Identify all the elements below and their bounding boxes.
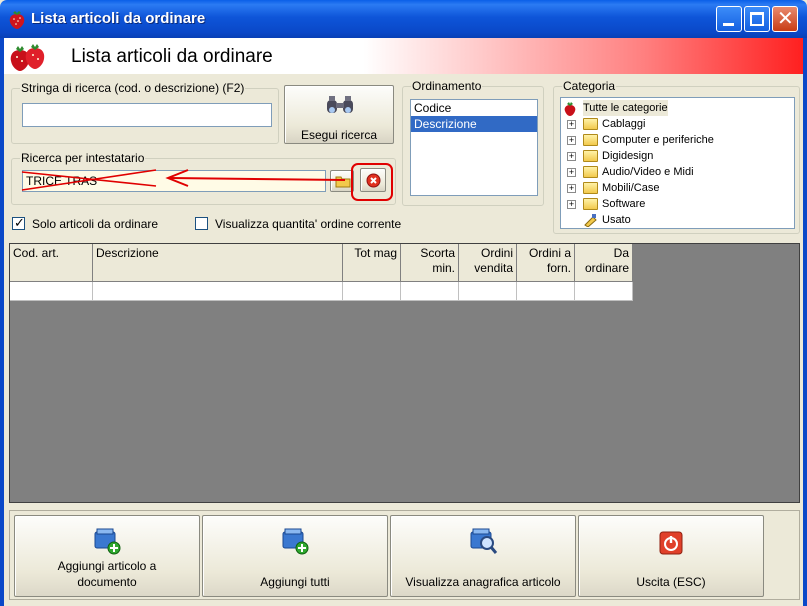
used-item-icon — [584, 214, 597, 227]
grid-cell[interactable] — [10, 282, 93, 301]
tree-node-label: Cablaggi — [602, 118, 646, 130]
add-all-button[interactable]: Aggiungi tutti — [202, 515, 388, 597]
expand-icon[interactable]: + — [567, 120, 576, 129]
strawberry-icon — [564, 102, 576, 116]
grid-col-supplier-orders[interactable]: Ordini a forn. — [517, 244, 575, 282]
folder-icon — [583, 118, 598, 130]
only-to-order-label: Solo articoli da ordinare — [32, 217, 159, 231]
strawberry-icon — [9, 11, 25, 29]
tree-node-label: Usato — [602, 214, 631, 226]
search-button-label: Esegui ricerca — [300, 128, 378, 142]
grid-col-code[interactable]: Cod. art. — [10, 244, 93, 282]
view-article-icon — [470, 528, 498, 554]
binoculars-icon — [327, 96, 353, 113]
search-input[interactable] — [22, 103, 272, 127]
window-frame-right — [803, 38, 807, 606]
tree-node-root-label: Tutte le categorie — [583, 100, 668, 116]
expand-icon[interactable]: + — [567, 184, 576, 193]
exit-label: Uscita (ESC) — [636, 575, 706, 589]
power-icon — [659, 531, 683, 555]
annotation-overlay — [21, 163, 393, 201]
folder-icon — [583, 182, 598, 194]
page-heading: Lista articoli da ordinare — [71, 46, 273, 67]
header-band: Lista articoli da ordinare — [4, 38, 803, 74]
minimize-button[interactable] — [716, 6, 742, 32]
window-title: Lista articoli da ordinare — [31, 10, 206, 27]
tree-node-label: Software — [602, 198, 646, 210]
expand-icon[interactable]: + — [567, 168, 576, 177]
sorting-option-descrizione[interactable]: Descrizione — [411, 116, 537, 132]
add-to-document-button[interactable]: Aggiungi articolo a documento — [14, 515, 200, 597]
add-all-label: Aggiungi tutti — [260, 575, 330, 589]
sorting-group-label: Ordinamento — [411, 79, 483, 93]
add-to-document-label: Aggiungi articolo a documento — [57, 559, 157, 589]
grid-col-description[interactable]: Descrizione — [93, 244, 343, 282]
window-frame-left — [0, 38, 4, 606]
tree-node-label: Computer e periferiche — [602, 134, 714, 146]
maximize-button[interactable] — [744, 6, 770, 32]
close-button[interactable]: ✕ — [772, 6, 798, 32]
grid-col-sales-orders[interactable]: Ordini vendita — [459, 244, 517, 282]
expand-icon[interactable]: + — [567, 136, 576, 145]
show-order-qty-label: Visualizza quantita' ordine corrente — [215, 217, 402, 231]
add-article-icon — [94, 528, 121, 555]
folder-icon — [583, 166, 598, 178]
close-icon: ✕ — [777, 8, 794, 30]
tree-node-label: Mobili/Case — [602, 182, 660, 194]
minimize-icon — [723, 23, 734, 26]
view-article-registry-label: Visualizza anagrafica articolo — [405, 575, 561, 589]
grid-col-min-stock[interactable]: Scorta min. — [401, 244, 459, 282]
title-bar[interactable]: Lista articoli da ordinare ✕ — [0, 0, 807, 38]
sorting-option-codice[interactable]: Codice — [411, 100, 537, 116]
checkmark-icon: ✓ — [14, 215, 25, 230]
folder-icon — [583, 150, 598, 162]
folder-icon — [583, 198, 598, 210]
grid-col-to-order[interactable]: Da ordinare — [575, 244, 633, 282]
expand-icon[interactable]: + — [567, 152, 576, 161]
folder-icon — [583, 134, 598, 146]
grid-cell[interactable] — [401, 282, 459, 301]
action-bar: Aggiungi articolo a documento Aggiungi t… — [9, 510, 800, 600]
strawberries-logo-icon — [10, 44, 45, 71]
maximize-icon — [750, 12, 764, 26]
category-tree[interactable]: Tutte le categorie + Cablaggi + Computer… — [560, 97, 795, 229]
only-to-order-checkbox[interactable]: ✓ — [12, 215, 25, 230]
grid-cell[interactable] — [517, 282, 575, 301]
category-group-label: Categoria — [562, 79, 617, 93]
search-group-label: Stringa di ricerca (cod. o descrizione) … — [20, 81, 246, 95]
view-article-registry-button[interactable]: Visualizza anagrafica articolo — [390, 515, 576, 597]
grid-header: Cod. art. Descrizione Tot mag Scorta min… — [10, 244, 633, 282]
grid-cell[interactable] — [343, 282, 401, 301]
search-button[interactable]: Esegui ricerca — [284, 85, 394, 144]
grid-col-tot-mag[interactable]: Tot mag — [343, 244, 401, 282]
exit-button[interactable]: Uscita (ESC) — [578, 515, 764, 597]
grid-cell[interactable] — [93, 282, 343, 301]
grid-cell[interactable] — [459, 282, 517, 301]
tree-node-label: Audio/Video e Midi — [602, 166, 694, 178]
add-all-icon — [282, 528, 309, 555]
sorting-listbox[interactable]: Codice Descrizione — [410, 99, 538, 196]
tree-node-label: Digidesign — [602, 150, 654, 162]
table-row[interactable] — [10, 282, 633, 301]
articles-grid[interactable]: Cod. art. Descrizione Tot mag Scorta min… — [9, 243, 800, 503]
show-order-qty-checkbox[interactable] — [195, 217, 208, 230]
grid-cell[interactable] — [575, 282, 633, 301]
expand-icon[interactable]: + — [567, 200, 576, 209]
